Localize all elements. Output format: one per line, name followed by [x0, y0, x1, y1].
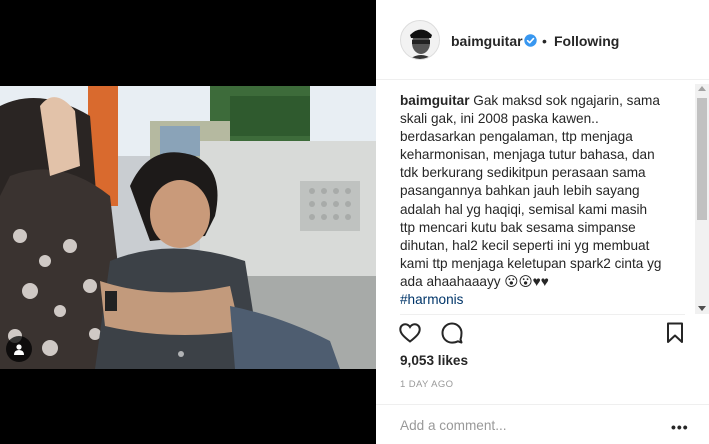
heart-icon: [399, 323, 421, 343]
person-icon: [14, 344, 24, 355]
header-separator: •: [542, 33, 547, 49]
scrollbar-thumb[interactable]: [697, 98, 707, 220]
more-options-icon[interactable]: •••: [671, 419, 689, 435]
bookmark-icon: [667, 322, 683, 343]
caption-scrollbar[interactable]: [695, 84, 709, 314]
verified-badge-icon: [524, 34, 537, 52]
carousel-dot: [178, 351, 184, 357]
comment-bar: Add a comment... •••: [376, 404, 709, 444]
caption-text: berdasarkan pengalaman, ttp menjaga: [400, 129, 633, 145]
caption: baimguitar Gak maksd sok ngajarin, sama …: [400, 92, 672, 310]
post-side-panel: baimguitar • Following baimguitar Gak ma…: [376, 0, 709, 444]
hashtag-link[interactable]: #harmonis: [400, 291, 672, 309]
post-photo[interactable]: [0, 86, 376, 369]
caption-text: dihutan, hal2 kecil seperti ini yg membu…: [400, 237, 650, 253]
following-button[interactable]: Following: [554, 33, 619, 49]
comment-bubble-icon: [441, 322, 463, 344]
post-header: baimguitar • Following: [376, 0, 709, 80]
caption-text: pasangannya bahkan jauh lebih sayang: [400, 183, 640, 199]
comment-input[interactable]: Add a comment...: [400, 418, 507, 433]
avatar-image: [401, 21, 439, 59]
caption-text: tdk berkurang sedikitpun perasaan sama: [400, 165, 646, 181]
caption-line-1: baimguitar Gak maksd sok ngajarin, sama: [400, 92, 672, 110]
comment-button[interactable]: [440, 321, 464, 350]
save-button[interactable]: [665, 321, 685, 350]
photo-illustration: [0, 86, 376, 369]
scroll-down-arrow-icon[interactable]: [698, 306, 706, 311]
media-area: [0, 0, 376, 444]
caption-text: Gak maksd sok ngajarin, sama: [469, 93, 660, 108]
user-tag-button[interactable]: [6, 336, 32, 362]
avatar[interactable]: [400, 20, 440, 60]
caption-text: adalah hal yg haqiqi, semisal kami masih: [400, 201, 648, 217]
likes-count[interactable]: 9,053 likes: [400, 353, 468, 368]
post-timestamp[interactable]: 1 DAY AGO: [400, 379, 453, 390]
caption-text: kami ttp menjaga keletupan spark2 cinta …: [400, 255, 662, 271]
username-link[interactable]: baimguitar: [451, 33, 523, 49]
scroll-up-arrow-icon[interactable]: [698, 86, 706, 91]
caption-text: ada ahaahaaayy 😮😮♥♥: [400, 273, 549, 289]
caption-text: ttp mencari kutu bak sesama simpanse: [400, 219, 636, 235]
divider: [400, 314, 685, 315]
caption-text: keharmonisan, menjaga tutur bahasa, dan: [400, 147, 655, 163]
caption-text: skali gak, ini 2008 paska kawen..: [400, 111, 599, 127]
caption-username[interactable]: baimguitar: [400, 93, 470, 108]
like-button[interactable]: [398, 321, 422, 350]
